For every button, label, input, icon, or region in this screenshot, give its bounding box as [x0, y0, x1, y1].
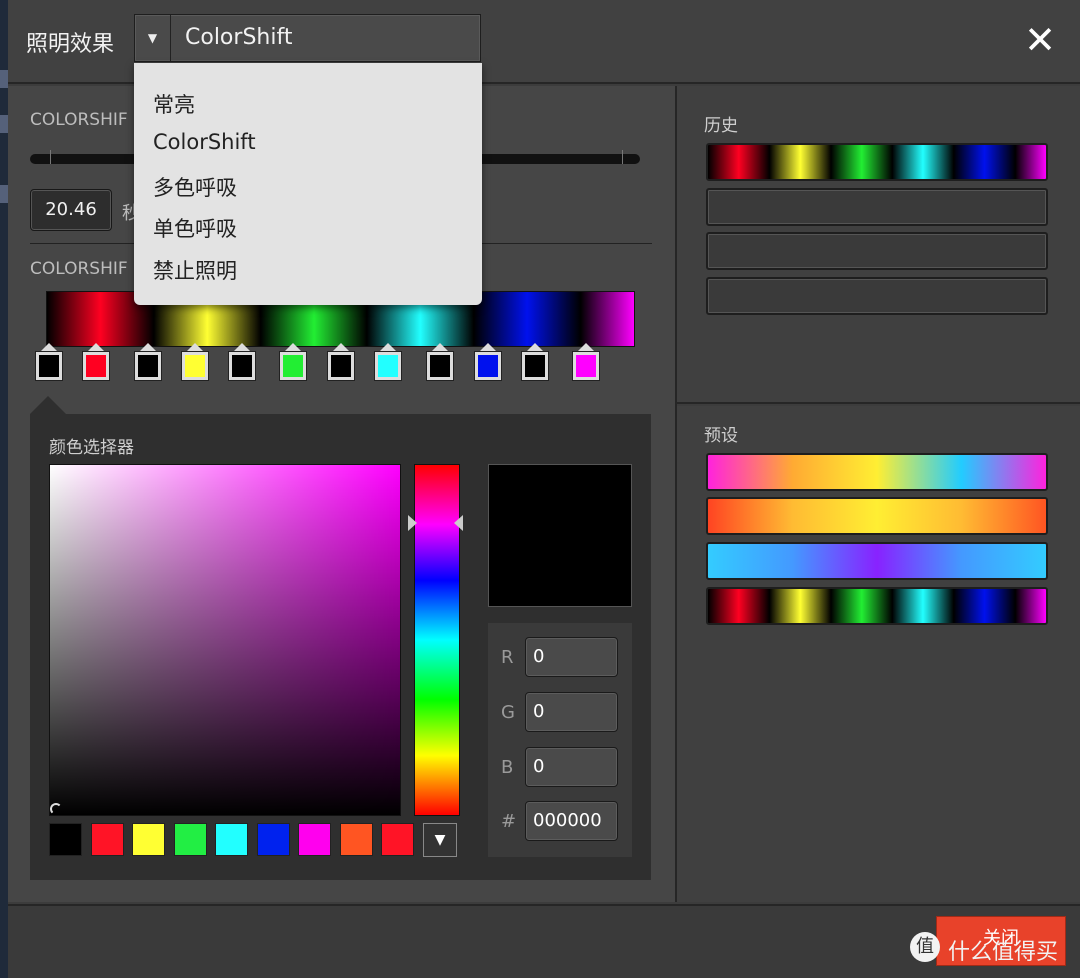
color-swatch[interactable] — [215, 823, 248, 856]
effect-dropdown-menu: 常亮 ColorShift 多色呼吸 单色呼吸 禁止照明 — [134, 63, 482, 305]
gradient-stop[interactable] — [278, 343, 308, 383]
watermark-text: 什么值得买 — [948, 940, 1059, 965]
dropdown-item-disable-lighting[interactable]: 禁止照明 — [153, 255, 237, 285]
history-title: 历史 — [704, 116, 738, 136]
gradient-stop[interactable] — [81, 343, 111, 383]
color-swatch[interactable] — [49, 823, 82, 856]
preset-item[interactable] — [706, 587, 1048, 625]
color-swatch[interactable] — [298, 823, 331, 856]
desktop-background — [0, 0, 8, 978]
b-label: B — [501, 757, 514, 778]
color-swatch[interactable] — [173, 823, 207, 856]
dropdown-item-single-breathing[interactable]: 单色呼吸 — [153, 213, 237, 243]
chevron-down-icon[interactable]: ▼ — [135, 15, 171, 61]
b-input[interactable]: 0 — [525, 747, 618, 787]
color-preview — [488, 464, 632, 607]
history-slot[interactable] — [706, 277, 1048, 315]
presets-title: 预设 — [704, 426, 738, 446]
hue-handle-right[interactable] — [454, 515, 463, 531]
gradient-stop[interactable] — [373, 343, 403, 383]
gradient-stop[interactable] — [34, 343, 64, 383]
hue-handle-left[interactable] — [408, 515, 417, 531]
swatch-more-button[interactable]: ▼ — [423, 823, 457, 857]
gradient-stop[interactable] — [133, 343, 163, 383]
slider-tick — [622, 150, 623, 164]
watermark-logo-icon: 值 — [910, 932, 940, 962]
effect-dropdown[interactable]: ▼ ColorShift — [134, 14, 481, 62]
speed-section-label: COLORSHIF — [30, 110, 128, 130]
hex-label: # — [501, 811, 517, 832]
effect-selected-value: ColorShift — [185, 25, 293, 50]
preset-item[interactable] — [706, 497, 1048, 535]
speed-input[interactable]: 20.46 — [30, 189, 112, 231]
saturation-value-field[interactable] — [49, 464, 401, 816]
gradient-stop[interactable] — [520, 343, 550, 383]
picker-pointer — [30, 396, 66, 414]
gradient-stop[interactable] — [326, 343, 356, 383]
color-swatch[interactable] — [339, 823, 373, 856]
gradient-stop[interactable] — [473, 343, 503, 383]
preset-item[interactable] — [706, 453, 1048, 491]
history-slot[interactable] — [706, 232, 1048, 270]
color-swatch[interactable] — [256, 823, 290, 856]
history-slot[interactable] — [706, 143, 1048, 181]
color-picker-title: 颜色选择器 — [49, 438, 134, 458]
slider-tick — [50, 150, 51, 164]
color-swatch[interactable] — [90, 823, 124, 856]
r-label: R — [501, 647, 514, 668]
hex-input[interactable]: 000000 — [525, 801, 618, 841]
dropdown-item-multi-breathing[interactable]: 多色呼吸 — [153, 172, 237, 202]
watermark: 值 什么值得买 — [908, 930, 1078, 970]
lighting-effects-window: 照明效果 ▼ ColorShift ✕ 常亮 ColorShift 多色呼吸 单… — [0, 0, 1080, 978]
sv-handle[interactable] — [50, 803, 62, 815]
dropdown-item-always-on[interactable]: 常亮 — [153, 89, 195, 119]
close-icon[interactable]: ✕ — [1020, 20, 1060, 60]
window-title: 照明效果 — [26, 32, 115, 57]
gradient-section-label: COLORSHIF — [30, 259, 128, 279]
r-input[interactable]: 0 — [525, 637, 618, 677]
g-input[interactable]: 0 — [525, 692, 618, 732]
gradient-stop[interactable] — [425, 343, 455, 383]
history-slot[interactable] — [706, 188, 1048, 226]
color-swatch[interactable] — [381, 823, 414, 856]
preset-item[interactable] — [706, 542, 1048, 580]
gradient-stop[interactable] — [571, 343, 601, 383]
gradient-stop[interactable] — [227, 343, 257, 383]
g-label: G — [501, 702, 515, 723]
gradient-stop[interactable] — [180, 343, 210, 383]
color-swatch[interactable] — [132, 823, 165, 856]
dropdown-item-colorshift[interactable]: ColorShift — [153, 130, 256, 154]
